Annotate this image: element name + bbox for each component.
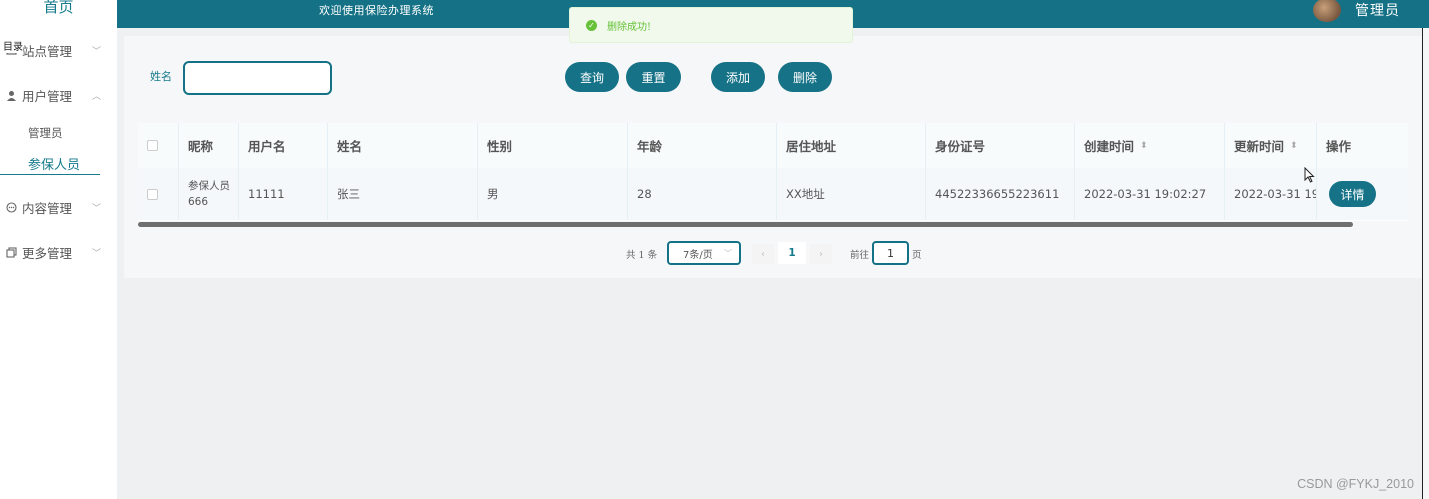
column-header: 操作: [1317, 123, 1408, 168]
cell-idcard: 445223366552236​11: [926, 168, 1075, 220]
query-button[interactable]: 查询: [565, 62, 619, 92]
search-name-label: 姓名: [150, 70, 172, 83]
row-select[interactable]: [138, 168, 179, 220]
column-header: 居住地址: [777, 123, 926, 168]
welcome-text: 欢迎使用保险办理系统: [319, 4, 434, 17]
reset-button[interactable]: 重置: [626, 62, 681, 92]
column-header: 姓名: [328, 123, 478, 168]
column-header-sortable[interactable]: 创建时间 ⬍: [1075, 123, 1225, 168]
chat-icon: [5, 201, 17, 213]
prev-page-button[interactable]: ‹: [752, 244, 774, 264]
column-header: 年龄: [628, 123, 777, 168]
checkbox[interactable]: [147, 188, 158, 200]
chevron-down-icon: ﹀: [724, 248, 732, 258]
horizontal-scrollbar[interactable]: [138, 222, 1353, 227]
check-circle-icon: ✓: [586, 19, 597, 31]
column-header: 用户名: [239, 123, 328, 168]
admin-label[interactable]: 管理员: [1355, 0, 1400, 20]
user-icon: [5, 89, 17, 101]
sidebar-item-label: 用户管理: [22, 88, 73, 104]
search-name-input[interactable]: [183, 61, 332, 95]
sidebar-subitem-admin[interactable]: 管理员: [28, 125, 63, 141]
chevron-down-icon: ﹀: [91, 203, 101, 214]
sidebar-home[interactable]: 首页: [0, 0, 117, 28]
watermark: CSDN @FYKJ_2010: [1297, 477, 1414, 491]
cell-actions: 详情: [1317, 168, 1408, 220]
add-button[interactable]: 添加: [711, 62, 765, 92]
checkbox[interactable]: [147, 140, 158, 151]
active-indicator: [0, 174, 100, 175]
sidebar-item-label: 内容管理: [22, 200, 73, 216]
avatar[interactable]: [1313, 0, 1341, 22]
page-size-value: 7条/页: [683, 249, 713, 261]
sidebar-item-label: 站点管理: [22, 43, 73, 59]
page-number[interactable]: 1: [778, 242, 806, 264]
cell-gender: 男: [478, 168, 628, 220]
cell-created: 2022-03-31 19:02:27: [1075, 168, 1225, 220]
page-size-select[interactable]: 7条/页 ﹀: [667, 241, 741, 265]
sort-icon[interactable]: ⬍: [1140, 141, 1148, 151]
chevron-left-icon: ‹: [761, 248, 765, 260]
sidebar-item-user[interactable]: 用户管理 ︿: [0, 83, 117, 107]
sidebar-item-content[interactable]: 内容管理 ﹀: [0, 195, 117, 219]
right-edge-bar: [1422, 28, 1429, 499]
column-header: 性别: [478, 123, 628, 168]
sidebar-subitem-insured[interactable]: 参保人员: [28, 154, 80, 173]
cell-age: 28: [628, 168, 777, 220]
mouse-cursor-icon: [1304, 167, 1315, 183]
pagination-total: 共 1 条: [626, 250, 658, 261]
next-page-button[interactable]: ›: [810, 244, 832, 264]
data-table: 昵称 用户名 姓名 性别 年龄 居住地址 身份证号 创建时间 ⬍ 更新时间 ⬍ 操作…: [138, 123, 1408, 221]
chevron-down-icon: ﹀: [91, 46, 101, 57]
success-toast: ✓ 删除成功!: [569, 7, 853, 43]
chevron-up-icon: ︿: [91, 91, 101, 102]
cell-nickname: 参保人员666: [179, 168, 239, 220]
pagination: 共 1 条 7条/页 ﹀ ‹ 1 › 前往 1 页: [0, 240, 1429, 266]
column-header-sortable[interactable]: 更新时间 ⬍: [1225, 123, 1317, 168]
cell-name: 张三: [328, 168, 478, 220]
header-select-all[interactable]: [138, 123, 179, 168]
page-suffix: 页: [912, 250, 922, 261]
cell-address: XX地址: [777, 168, 926, 220]
chevron-right-icon: ›: [819, 248, 823, 260]
cell-username: 11111: [239, 168, 328, 220]
overlay-glitch-text: 目录: [3, 38, 23, 53]
column-header-label: 创建时间: [1084, 139, 1135, 154]
column-header: 昵称: [179, 123, 239, 168]
goto-label: 前往: [850, 250, 870, 261]
delete-button[interactable]: 删除: [778, 62, 832, 92]
detail-button[interactable]: 详情: [1329, 181, 1376, 207]
goto-page-input[interactable]: 1: [872, 241, 909, 265]
toast-message: 删除成功!: [607, 21, 652, 33]
column-header: 身份证号: [926, 123, 1075, 168]
sort-icon[interactable]: ⬍: [1290, 141, 1298, 151]
column-header-label: 更新时间: [1234, 139, 1285, 154]
